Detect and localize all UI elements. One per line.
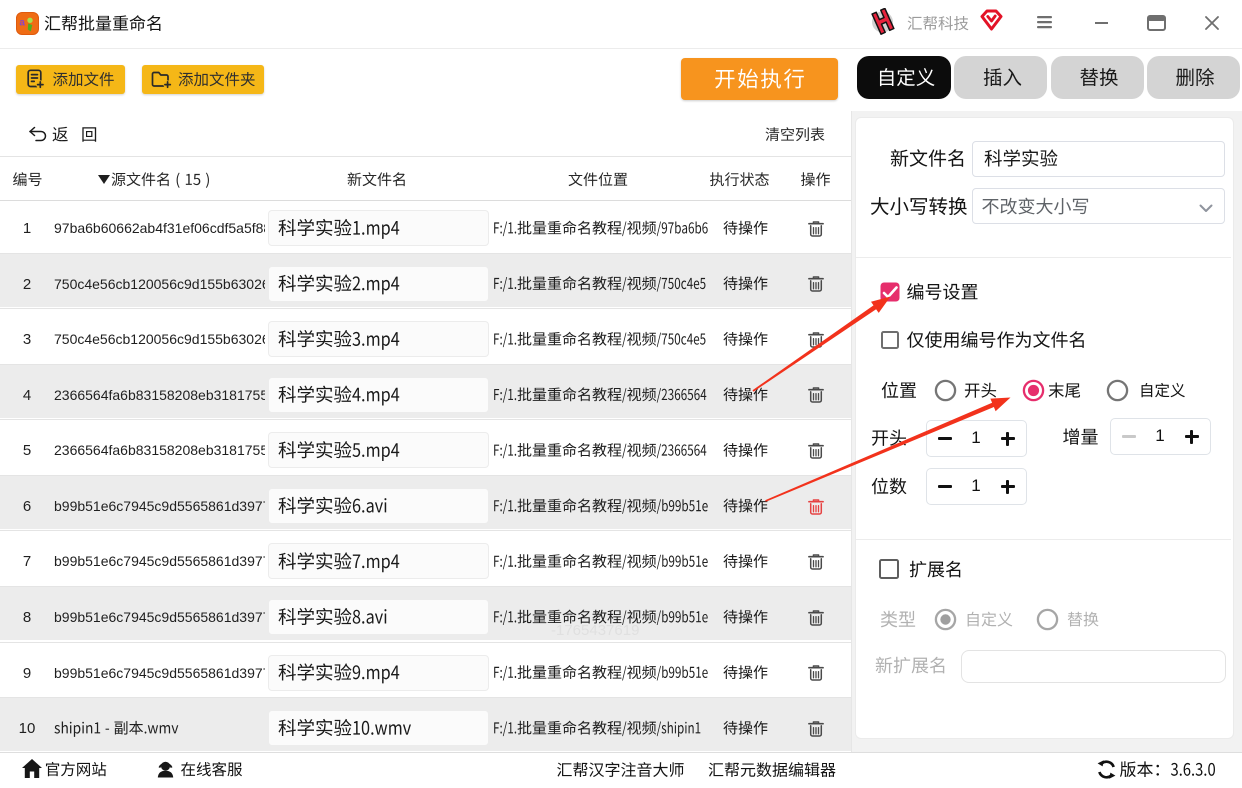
svg-text:a: a	[19, 18, 25, 29]
